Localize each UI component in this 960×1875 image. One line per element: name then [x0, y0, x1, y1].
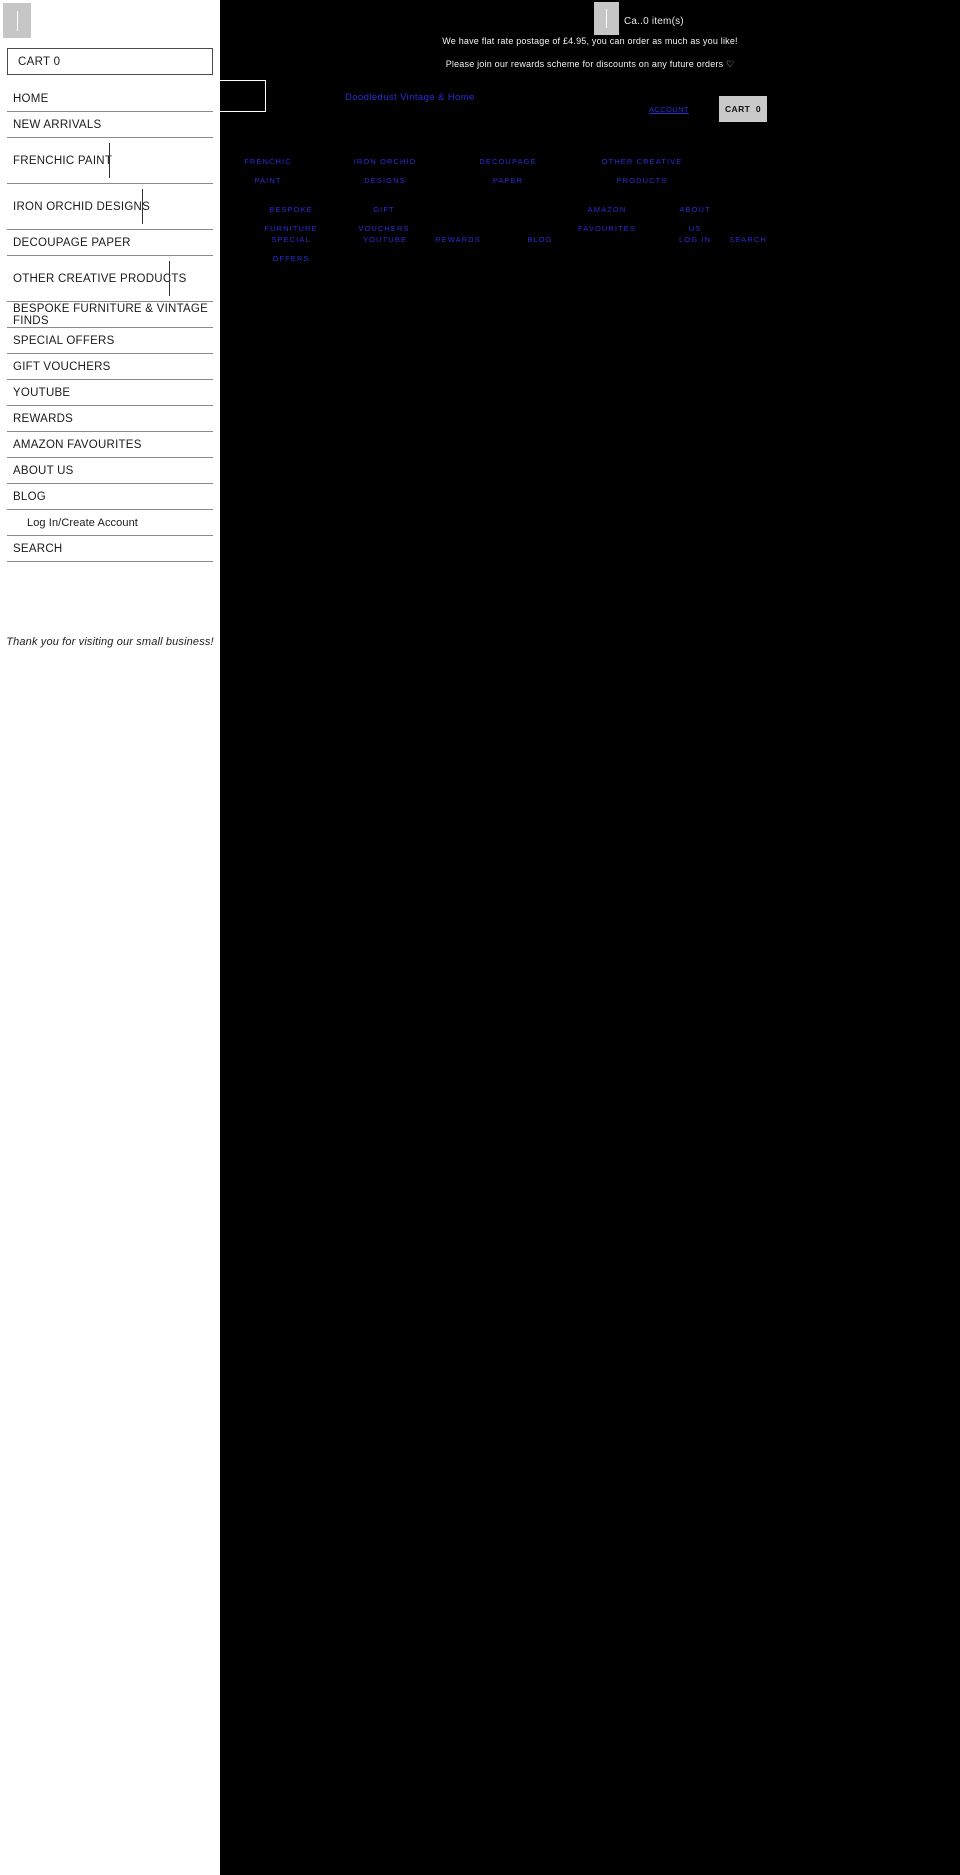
sidebar-item-label: Log In/Create Account — [27, 516, 138, 529]
nav-link-line1: IRON ORCHID — [353, 157, 417, 166]
sidebar-item-bespoke-furniture-vintage-finds[interactable]: BESPOKE FURNITURE & VINTAGE FINDS — [7, 302, 213, 328]
sidebar-item-blog[interactable]: BLOG — [7, 484, 213, 510]
sidebar-item-youtube[interactable]: YOUTUBE — [7, 380, 213, 406]
nav-link-special[interactable]: SPECIAL OFFERS — [271, 230, 310, 268]
nav-link-log-in[interactable]: LOG IN — [679, 230, 711, 249]
nav-link-line1: DECOUPAGE — [479, 157, 537, 166]
nav-link-line1: REWARDS — [435, 235, 481, 244]
hamburger-bar — [16, 10, 18, 31]
sidebar-item-label: HOME — [13, 92, 49, 105]
panel-footer-note: Thank you for visiting our small busines… — [6, 636, 214, 648]
hamburger-bar — [606, 9, 607, 28]
desktop-nav: FRENCHIC PAINT IRON ORCHID DESIGNS DECOUPAGE… — [220, 142, 960, 263]
sidebar-item-new-arrivals[interactable]: NEW ARRIVALS — [7, 112, 213, 138]
sidebar-item-label: NEW ARRIVALS — [13, 118, 102, 131]
nav-link-youtube[interactable]: YOUTUBE — [363, 230, 407, 249]
sidebar-item-label: BESPOKE FURNITURE & VINTAGE FINDS — [13, 302, 209, 327]
sidebar-item-search[interactable]: SEARCH — [7, 536, 213, 562]
nav-link-line1: FRENCHIC — [244, 157, 292, 166]
site-logo[interactable]: Doodledust Vintage & Home — [345, 92, 475, 103]
sidebar-item-home[interactable]: HOME — [7, 86, 213, 112]
expand-submenu-icon[interactable] — [168, 261, 170, 296]
nav-link-frenchic[interactable]: FRENCHIC PAINT — [244, 152, 292, 190]
nav-link-line2: DESIGNS — [364, 176, 406, 185]
expand-submenu-icon[interactable] — [142, 189, 144, 224]
panel-nav-list: HOME NEW ARRIVALS FRENCHIC PAINT IRON ORCHI… — [7, 86, 213, 562]
nav-link-line1: SEARCH — [729, 235, 767, 244]
sidebar-item-decoupage-paper[interactable]: DECOUPAGE PAPER — [7, 230, 213, 256]
mobile-menu-panel: CART 0 HOME NEW ARRIVALS FRENCHIC PAINT IRO… — [0, 0, 220, 1875]
account-link[interactable]: ACCOUNT — [649, 105, 689, 114]
nav-link-line2: PRODUCTS — [616, 176, 668, 185]
cart-button[interactable]: CART 0 — [719, 96, 767, 122]
sidebar-item-label: DECOUPAGE PAPER — [13, 236, 131, 249]
panel-hamburger-icon[interactable] — [3, 3, 31, 38]
nav-link-line1: BESPOKE — [269, 205, 313, 214]
sidebar-item-label: BLOG — [13, 490, 46, 503]
nav-link-amazon[interactable]: AMAZON FAVOURITES — [578, 200, 636, 238]
logo-row: Doodledust Vintage & Home ACCOUNT CART 0 — [218, 80, 960, 130]
sidebar-item-label: SEARCH — [13, 542, 63, 555]
nav-link-line1: ABOUT — [679, 205, 711, 214]
sidebar-item-label: YOUTUBE — [13, 386, 71, 399]
sidebar-item-label: ABOUT US — [13, 464, 74, 477]
hamburger-menu-icon[interactable] — [594, 2, 619, 35]
nav-link-line2: PAINT — [254, 176, 282, 185]
sidebar-item-rewards[interactable]: REWARDS — [7, 406, 213, 432]
nav-link-line1: OTHER CREATIVE — [601, 157, 683, 166]
sidebar-item-label: AMAZON FAVOURITES — [13, 438, 142, 451]
nav-link-iron-orchid[interactable]: IRON ORCHID DESIGNS — [354, 152, 417, 190]
nav-link-line2: OFFERS — [272, 254, 310, 263]
nav-link-line1: YOUTUBE — [363, 235, 407, 244]
nav-link-decoupage[interactable]: DECOUPAGE PAPER — [479, 152, 536, 190]
sidebar-item-frenchic-paint[interactable]: FRENCHIC PAINT — [7, 138, 213, 184]
sidebar-item-label: SPECIAL OFFERS — [13, 334, 115, 347]
sidebar-item-label: GIFT VOUCHERS — [13, 360, 111, 373]
nav-link-line1: LOG IN — [678, 235, 712, 244]
sidebar-item-log-in-create-account[interactable]: Log In/Create Account — [7, 510, 213, 536]
nav-link-line2: PAPER — [492, 176, 524, 185]
nav-link-blog[interactable]: BLOG — [527, 230, 552, 249]
sidebar-item-about-us[interactable]: ABOUT US — [7, 458, 213, 484]
sidebar-item-label: OTHER CREATIVE PRODUCTS — [13, 272, 187, 285]
nav-link-line1: AMAZON — [587, 205, 627, 214]
expand-submenu-icon[interactable] — [109, 143, 111, 178]
nav-link-line1: GIFT — [373, 205, 395, 214]
cart-button-count: 0 — [755, 104, 761, 114]
sidebar-item-gift-vouchers[interactable]: GIFT VOUCHERS — [7, 354, 213, 380]
sidebar-item-special-offers[interactable]: SPECIAL OFFERS — [7, 328, 213, 354]
main-content-area: We have flat rate postage of £4.95, you … — [218, 0, 960, 1875]
nav-link-line1: SPECIAL — [271, 235, 311, 244]
cart-button-label: CART — [725, 104, 751, 114]
sidebar-item-label: FRENCHIC PAINT — [13, 154, 113, 167]
nav-link-line1: BLOG — [527, 235, 553, 244]
header-cart-label[interactable]: Ca..0 item(s) — [624, 16, 684, 27]
sidebar-item-other-creative-products[interactable]: OTHER CREATIVE PRODUCTS — [7, 256, 213, 302]
sidebar-item-label: IRON ORCHID DESIGNS — [13, 200, 151, 213]
nav-link-line2: FAVOURITES — [578, 224, 636, 233]
search-input[interactable] — [218, 80, 266, 112]
announcement-line-2: Please join our rewards scheme for disco… — [445, 59, 735, 69]
announcement-bar: We have flat rate postage of £4.95, you … — [220, 0, 960, 76]
panel-cart-row[interactable]: CART 0 — [7, 48, 213, 75]
nav-link-search[interactable]: SEARCH — [729, 230, 767, 249]
sidebar-item-iron-orchid-designs[interactable]: IRON ORCHID DESIGNS — [7, 184, 213, 230]
nav-link-rewards[interactable]: REWARDS — [435, 230, 481, 249]
sidebar-item-label: REWARDS — [13, 412, 74, 425]
nav-link-other-creative[interactable]: OTHER CREATIVE PRODUCTS — [602, 152, 683, 190]
announcement-line-1: We have flat rate postage of £4.95, you … — [442, 36, 738, 46]
sidebar-item-amazon-favourites[interactable]: AMAZON FAVOURITES — [7, 432, 213, 458]
